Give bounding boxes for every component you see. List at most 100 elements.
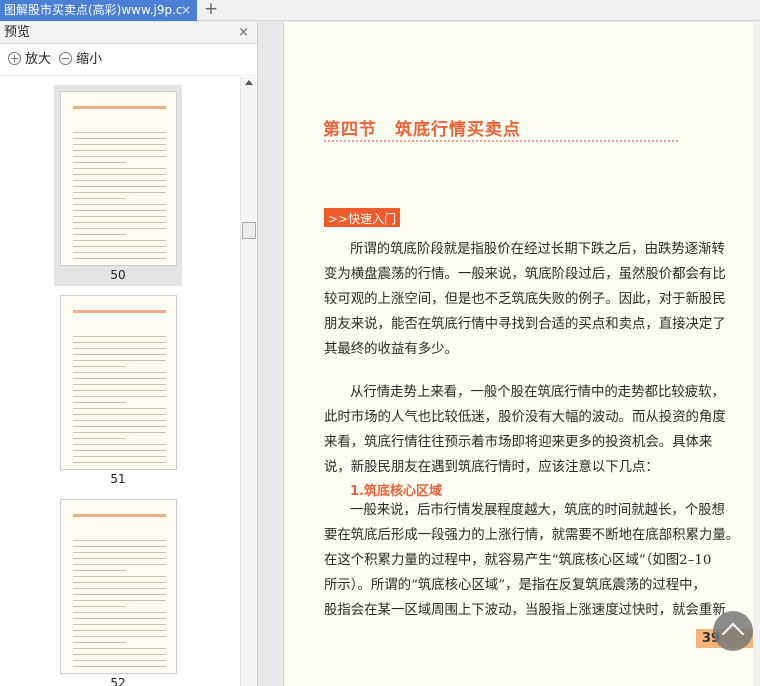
zoom-toolbar: 放大 缩小	[0, 44, 257, 76]
text-line: 要在筑底后形成一段强力的上涨行情，就需要不断地在底部积累力量。	[324, 528, 740, 543]
thumbnail-page-number: 51	[110, 472, 126, 486]
thumbnail-text-line	[72, 204, 166, 205]
thumbnail-text-line	[72, 462, 166, 463]
quick-start-badge: >>快速入门	[324, 208, 401, 227]
text-line: 此时市场的人气也比较低迷，股价没有大幅的波动。而从投资的角度	[324, 410, 726, 425]
thumbnail-text-line	[72, 228, 166, 229]
thumbnail-text-line	[72, 396, 166, 397]
tab-close-icon[interactable]: ×	[181, 0, 191, 21]
back-to-top-button[interactable]	[713, 611, 753, 651]
text-line: 股指会在某一区域周围上下波动，当股指上涨速度过快时，就会重新	[324, 603, 726, 618]
thumbnail-text-line	[72, 420, 166, 421]
document-page: 第四节 筑底行情买卖点 >>快速入门 所谓的筑底阶段就是指股价在经过长期下跌之后…	[283, 22, 754, 686]
paragraph-3: 一般来说，后市行情发展程度越大，筑底的时间就越长，个股想要在筑底后形成一段强力的…	[324, 498, 740, 623]
zoom-out-button[interactable]: 缩小	[59, 52, 102, 67]
thumbnail-text-line	[72, 600, 166, 601]
thumbnail-page[interactable]: 50	[54, 85, 182, 286]
new-tab-button[interactable]: +	[203, 0, 219, 21]
thumbnail-list: 50 51 52	[0, 77, 240, 686]
document-view: 第四节 筑底行情买卖点 >>快速入门 所谓的筑底阶段就是指股价在经过长期下跌之后…	[259, 22, 760, 686]
thumbnail-text-line	[72, 210, 166, 211]
thumbnail-text-line	[72, 336, 166, 337]
thumbnail-text-line	[72, 360, 166, 361]
thumbnail-text-line	[72, 342, 166, 343]
thumbnail-text-line	[72, 378, 166, 379]
thumbnail-text-line	[72, 186, 166, 187]
text-line: 来看，筑底行情往往预示着市场即将迎来更多的投资机会。具体来	[324, 435, 713, 450]
thumbnail-text-line	[72, 456, 166, 457]
sidebar-scrollbar[interactable]	[240, 77, 257, 686]
thumbnail-text-line	[72, 558, 166, 559]
thumbnail-text-line	[72, 390, 166, 391]
thumbnail-text-line	[72, 444, 166, 445]
dotted-divider	[324, 140, 678, 142]
thumbnail-text-line	[72, 414, 166, 415]
zoom-out-icon	[59, 52, 73, 65]
text-line: 说，新股民朋友在遇到筑底行情时，应该注意以下几点：	[324, 460, 659, 475]
thumbnail-header-bar	[72, 106, 166, 109]
thumbnail-text-line	[72, 354, 166, 355]
thumbnail-header-bar	[72, 310, 166, 313]
thumbnail-text-line	[72, 426, 166, 427]
thumbnail-text-line	[72, 222, 166, 223]
text-line: 从行情走势上来看，一般个股在筑底行情中的走势都比较疲软，	[350, 385, 725, 400]
thumbnail-text-line	[72, 192, 166, 193]
preview-sidebar: 预览 × 放大 缩小 50 51 52	[0, 22, 258, 686]
thumbnail-text-line	[72, 252, 166, 253]
thumbnail-text-line	[72, 594, 166, 595]
sidebar-close-icon[interactable]: ×	[238, 22, 249, 44]
thumbnail-text-line	[72, 216, 166, 217]
thumbnail-text-line	[72, 198, 126, 199]
text-line: 一般来说，后市行情发展程度越大，筑底的时间就越长，个股想	[350, 503, 725, 518]
zoom-in-button[interactable]: 放大	[8, 52, 51, 67]
text-line: 较可观的上涨空间，但是也不乏筑底失败的例子。因此，对于新股民	[324, 292, 726, 307]
thumbnail-text-line	[72, 132, 166, 133]
page-edge	[753, 22, 760, 686]
thumbnail-page-number: 52	[110, 676, 126, 686]
thumbnail-text-line	[72, 606, 126, 607]
thumbnail-text-line	[72, 654, 166, 655]
thumbnail-text-line	[72, 576, 166, 577]
thumbnail-text-line	[72, 408, 166, 409]
text-line: 变为横盘震荡的行情。一般来说，筑底阶段过后，虽然股价都会有比	[324, 267, 726, 282]
zoom-in-icon	[8, 52, 21, 65]
thumbnail-text-line	[72, 546, 166, 547]
thumbnail-text-line	[72, 402, 126, 403]
thumbnail-text-line	[72, 582, 166, 583]
section-title: 第四节 筑底行情买卖点	[323, 120, 521, 140]
thumbnail-text-line	[72, 588, 166, 589]
thumbnail-text-line	[72, 552, 166, 553]
thumbnail-text-line	[72, 432, 166, 433]
paragraph-1: 所谓的筑底阶段就是指股价在经过长期下跌之后，由跌势逐渐转 变为横盘震荡的行情。一般…	[324, 237, 726, 362]
sidebar-header: 预览 ×	[0, 22, 257, 44]
thumbnail-text-line	[72, 642, 126, 643]
thumbnail-text-line	[72, 258, 166, 259]
thumbnail-text-line	[72, 234, 126, 235]
thumbnail-text-line	[72, 348, 166, 349]
thumbnail-text-line	[72, 372, 166, 373]
zoom-in-label: 放大	[25, 52, 52, 67]
thumbnail-text-line	[72, 150, 166, 151]
text-line: 在这个积累力量的过程中，就容易产生“筑底核心区域”（如图2–10	[324, 553, 712, 568]
thumbnail-text-line	[72, 564, 166, 565]
thumbnail-page-number: 50	[110, 268, 126, 282]
tab-title: 图解股市买卖点(高彩)www.j9p.c	[4, 3, 183, 17]
page-thumbnail-image	[59, 295, 177, 470]
thumbnail-text-line	[72, 450, 166, 451]
thumbnail-text-line	[72, 648, 166, 649]
thumbnail-text-line	[72, 660, 166, 661]
document-tab[interactable]: 图解股市买卖点(高彩)www.j9p.c ×	[0, 0, 197, 21]
thumbnail-text-line	[72, 144, 166, 145]
thumbnail-text-line	[72, 246, 166, 247]
thumbnail-page[interactable]: 52	[54, 493, 182, 686]
thumbnail-text-line	[72, 570, 126, 571]
thumbnail-page[interactable]: 51	[54, 289, 182, 490]
thumbnail-text-line	[72, 636, 166, 637]
thumbnail-text-line	[72, 240, 166, 241]
text-line: 朋友来说，能否在筑底行情中寻找到合适的买点和卖点，直接决定了	[324, 317, 726, 332]
scroll-up-arrow-icon[interactable]	[245, 80, 253, 85]
thumbnail-text-line	[72, 666, 166, 667]
scrollbar-thumb[interactable]	[242, 222, 256, 239]
thumbnail-text-line	[72, 612, 166, 613]
thumbnail-text-line	[72, 162, 126, 163]
